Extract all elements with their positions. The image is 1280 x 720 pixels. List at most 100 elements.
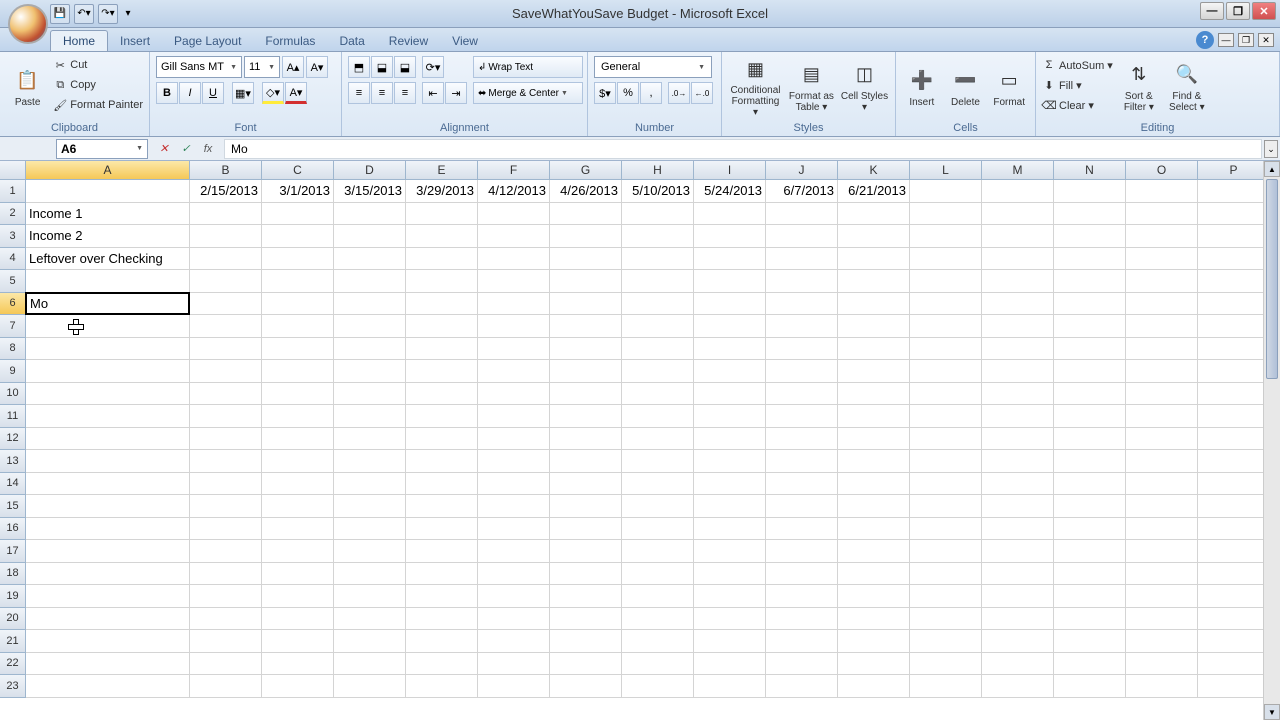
cell[interactable] [766,248,838,271]
cell[interactable] [766,383,838,406]
scroll-up-icon[interactable]: ▲ [1264,161,1280,177]
cell[interactable] [1054,338,1126,361]
insert-cells-button[interactable]: ➕Insert [902,56,942,118]
cell[interactable] [1198,428,1263,451]
cell[interactable] [26,675,190,698]
row-header[interactable]: 23 [0,675,26,698]
cell[interactable] [26,338,190,361]
cell[interactable] [1126,383,1198,406]
cell[interactable] [334,405,406,428]
cell[interactable] [550,315,622,338]
cell[interactable] [478,225,550,248]
cell[interactable] [1198,360,1263,383]
cell[interactable] [1198,540,1263,563]
column-header[interactable]: M [982,161,1054,180]
cell[interactable]: 3/29/2013 [406,180,478,203]
cell[interactable] [838,450,910,473]
cell[interactable] [334,653,406,676]
cell[interactable] [766,315,838,338]
percent-button[interactable]: % [617,82,639,104]
underline-button[interactable]: U [202,82,224,104]
column-header[interactable]: L [910,161,982,180]
cell[interactable] [622,293,694,316]
cell[interactable] [262,383,334,406]
cell[interactable] [1054,293,1126,316]
cell[interactable] [190,270,262,293]
column-header[interactable]: P [1198,161,1263,180]
decrease-indent-button[interactable]: ⇤ [422,82,444,104]
cell[interactable] [694,653,766,676]
cell[interactable] [406,293,478,316]
cell[interactable] [622,495,694,518]
cell[interactable] [550,518,622,541]
cell[interactable] [910,338,982,361]
cell[interactable] [334,203,406,226]
row-header[interactable]: 20 [0,608,26,631]
cell[interactable] [982,360,1054,383]
cell[interactable] [550,473,622,496]
row-header[interactable]: 5 [0,270,26,293]
cell[interactable] [1198,585,1263,608]
cell[interactable] [766,585,838,608]
fill-color-button[interactable]: ◇▾ [262,82,284,104]
cell[interactable] [982,563,1054,586]
cell[interactable] [1198,270,1263,293]
cell[interactable] [910,180,982,203]
cell[interactable] [334,315,406,338]
cell[interactable] [1198,608,1263,631]
row-header[interactable]: 2 [0,203,26,226]
tab-insert[interactable]: Insert [108,31,162,51]
worksheet-grid[interactable]: ABCDEFGHIJKLMNOP 12345678910111213141516… [0,161,1263,720]
cell[interactable] [334,428,406,451]
cell[interactable] [838,383,910,406]
cell[interactable] [550,630,622,653]
cell[interactable] [766,675,838,698]
cell[interactable] [766,405,838,428]
italic-button[interactable]: I [179,82,201,104]
cell[interactable]: 6/7/2013 [766,180,838,203]
cell[interactable] [1126,338,1198,361]
cell[interactable] [766,608,838,631]
cell[interactable] [26,495,190,518]
cell[interactable] [694,225,766,248]
cell[interactable] [910,383,982,406]
cell[interactable] [622,248,694,271]
cell[interactable] [910,540,982,563]
cell[interactable] [1126,518,1198,541]
cell[interactable] [190,675,262,698]
cell[interactable] [190,225,262,248]
cell[interactable] [766,428,838,451]
cell[interactable]: 2/15/2013 [190,180,262,203]
cell[interactable] [1198,675,1263,698]
cell[interactable] [262,585,334,608]
cell[interactable] [1126,180,1198,203]
name-box[interactable]: A6▼ [56,139,148,159]
cell[interactable] [1054,270,1126,293]
cell[interactable] [26,383,190,406]
cell[interactable] [262,360,334,383]
row-header[interactable]: 18 [0,563,26,586]
cell[interactable]: Income 2 [26,225,190,248]
clear-button[interactable]: ⌫Clear ▾ [1042,96,1113,114]
cell[interactable] [406,338,478,361]
cell[interactable] [190,315,262,338]
cell[interactable] [190,248,262,271]
tab-page-layout[interactable]: Page Layout [162,31,253,51]
cell[interactable] [910,495,982,518]
cell[interactable] [190,585,262,608]
cell[interactable] [1126,428,1198,451]
cell[interactable] [1054,675,1126,698]
cell[interactable] [334,473,406,496]
cell[interactable] [982,383,1054,406]
row-header[interactable]: 4 [0,248,26,271]
cell[interactable] [1054,630,1126,653]
cell[interactable] [478,203,550,226]
align-left-button[interactable]: ≡ [348,82,370,104]
cell[interactable] [478,675,550,698]
cell[interactable] [838,270,910,293]
cell[interactable]: 5/10/2013 [622,180,694,203]
cell[interactable] [982,203,1054,226]
column-header[interactable]: I [694,161,766,180]
cell[interactable] [694,495,766,518]
cell[interactable] [910,563,982,586]
